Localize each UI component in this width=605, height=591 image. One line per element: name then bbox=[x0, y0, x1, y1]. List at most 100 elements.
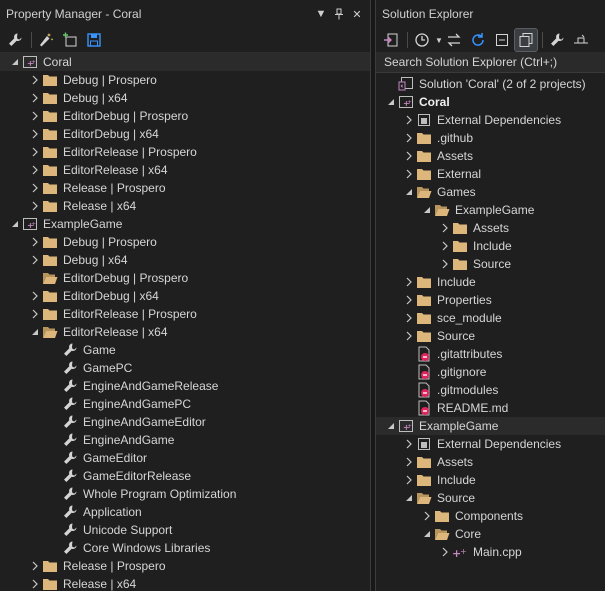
tree-item[interactable]: EngineAndGamePC bbox=[0, 395, 370, 413]
expand-chevron-icon[interactable] bbox=[28, 125, 42, 143]
expand-chevron-icon[interactable] bbox=[402, 147, 416, 165]
tree-item[interactable]: EditorDebug | Prospero bbox=[0, 269, 370, 287]
add-existing-property-sheet-button[interactable] bbox=[59, 29, 81, 51]
tree-item[interactable]: EditorDebug | x64 bbox=[0, 125, 370, 143]
expand-chevron-icon[interactable] bbox=[402, 471, 416, 489]
tree-item[interactable]: .gitattributes bbox=[376, 345, 605, 363]
collapse-chevron-icon[interactable] bbox=[402, 183, 416, 201]
tree-item[interactable]: + + Main.cpp bbox=[376, 543, 605, 561]
tree-item[interactable]: Solution 'Coral' (2 of 2 projects) bbox=[376, 75, 605, 93]
tree-item[interactable]: .gitmodules bbox=[376, 381, 605, 399]
expand-chevron-icon[interactable] bbox=[28, 233, 42, 251]
sync-with-active-document-button[interactable] bbox=[443, 29, 465, 51]
tree-item[interactable]: Whole Program Optimization bbox=[0, 485, 370, 503]
tree-item[interactable]: EngineAndGameRelease bbox=[0, 377, 370, 395]
tree-item[interactable]: EditorRelease | x64 bbox=[0, 323, 370, 341]
tree-item[interactable]: Source bbox=[376, 327, 605, 345]
tree-item[interactable]: EditorDebug | x64 bbox=[0, 287, 370, 305]
expand-chevron-icon[interactable] bbox=[438, 237, 452, 255]
tree-item[interactable]: EngineAndGameEditor bbox=[0, 413, 370, 431]
tree-item[interactable]: GameEditorRelease bbox=[0, 467, 370, 485]
collapse-chevron-icon[interactable] bbox=[8, 53, 22, 71]
tree-item[interactable]: Include bbox=[376, 471, 605, 489]
tree-item[interactable]: Source bbox=[376, 489, 605, 507]
tree-item[interactable]: Release | Prospero bbox=[0, 557, 370, 575]
expand-chevron-icon[interactable] bbox=[28, 143, 42, 161]
expand-chevron-icon[interactable] bbox=[28, 161, 42, 179]
expand-chevron-icon[interactable] bbox=[438, 543, 452, 561]
tree-item[interactable]: + + ExampleGame bbox=[376, 417, 605, 435]
tree-item[interactable]: Assets bbox=[376, 453, 605, 471]
expand-chevron-icon[interactable] bbox=[28, 305, 42, 323]
expand-chevron-icon[interactable] bbox=[438, 219, 452, 237]
expand-chevron-icon[interactable] bbox=[402, 129, 416, 147]
collapse-all-button[interactable] bbox=[491, 29, 513, 51]
tree-item[interactable]: Debug | x64 bbox=[0, 251, 370, 269]
tree-item[interactable]: EditorDebug | Prospero bbox=[0, 107, 370, 125]
tree-item[interactable]: Release | x64 bbox=[0, 575, 370, 591]
expand-chevron-icon[interactable] bbox=[28, 179, 42, 197]
expand-chevron-icon[interactable] bbox=[402, 273, 416, 291]
collapse-chevron-icon[interactable] bbox=[384, 417, 398, 435]
collapse-chevron-icon[interactable] bbox=[28, 323, 42, 341]
tree-item[interactable]: Properties bbox=[376, 291, 605, 309]
properties-wrench-icon[interactable] bbox=[546, 29, 568, 51]
expand-chevron-icon[interactable] bbox=[402, 453, 416, 471]
expand-chevron-icon[interactable] bbox=[28, 197, 42, 215]
switch-views-button[interactable] bbox=[380, 29, 402, 51]
tree-item[interactable]: Source bbox=[376, 255, 605, 273]
search-input[interactable] bbox=[384, 55, 605, 69]
tree-item[interactable]: EditorRelease | x64 bbox=[0, 161, 370, 179]
expand-chevron-icon[interactable] bbox=[438, 255, 452, 273]
expand-chevron-icon[interactable] bbox=[28, 107, 42, 125]
tree-item[interactable]: Application bbox=[0, 503, 370, 521]
tree-item[interactable]: README.md bbox=[376, 399, 605, 417]
tree-item[interactable]: ExampleGame bbox=[376, 201, 605, 219]
preview-selected-items-icon[interactable] bbox=[570, 29, 592, 51]
tree-item[interactable]: External bbox=[376, 165, 605, 183]
expand-chevron-icon[interactable] bbox=[402, 291, 416, 309]
close-icon[interactable]: ✕ bbox=[350, 7, 364, 21]
solution-explorer-search[interactable] bbox=[376, 52, 605, 73]
filter-dropdown-icon[interactable]: ▼ bbox=[435, 33, 443, 47]
expand-chevron-icon[interactable] bbox=[420, 507, 434, 525]
refresh-icon[interactable] bbox=[467, 29, 489, 51]
tree-item[interactable]: Include bbox=[376, 273, 605, 291]
tree-item[interactable]: Release | x64 bbox=[0, 197, 370, 215]
tree-item[interactable]: + + Coral bbox=[0, 53, 370, 71]
expand-chevron-icon[interactable] bbox=[402, 111, 416, 129]
expand-chevron-icon[interactable] bbox=[28, 575, 42, 591]
collapse-chevron-icon[interactable] bbox=[384, 93, 398, 111]
tree-item[interactable]: EditorRelease | Prospero bbox=[0, 143, 370, 161]
tree-item[interactable]: Debug | Prospero bbox=[0, 71, 370, 89]
tree-item[interactable]: + + Coral bbox=[376, 93, 605, 111]
tree-item[interactable]: Core bbox=[376, 525, 605, 543]
tree-item[interactable]: Games bbox=[376, 183, 605, 201]
pending-changes-filter-icon[interactable] bbox=[411, 29, 433, 51]
tree-item[interactable]: Release | Prospero bbox=[0, 179, 370, 197]
tree-item[interactable]: .gitignore bbox=[376, 363, 605, 381]
expand-chevron-icon[interactable] bbox=[28, 251, 42, 269]
expand-chevron-icon[interactable] bbox=[402, 165, 416, 183]
expand-chevron-icon[interactable] bbox=[28, 71, 42, 89]
pin-icon[interactable] bbox=[332, 7, 346, 21]
expand-chevron-icon[interactable] bbox=[402, 435, 416, 453]
tree-item[interactable]: EditorRelease | Prospero bbox=[0, 305, 370, 323]
tree-item[interactable]: Include bbox=[376, 237, 605, 255]
expand-chevron-icon[interactable] bbox=[28, 89, 42, 107]
show-all-files-button[interactable] bbox=[514, 28, 538, 52]
tree-item[interactable]: Unicode Support bbox=[0, 521, 370, 539]
tree-item[interactable]: Debug | Prospero bbox=[0, 233, 370, 251]
tree-item[interactable]: Assets bbox=[376, 219, 605, 237]
tree-item[interactable]: External Dependencies bbox=[376, 111, 605, 129]
collapse-chevron-icon[interactable] bbox=[8, 215, 22, 233]
tree-item[interactable]: + + ExampleGame bbox=[0, 215, 370, 233]
tree-item[interactable]: sce_module bbox=[376, 309, 605, 327]
collapse-chevron-icon[interactable] bbox=[420, 201, 434, 219]
expand-chevron-icon[interactable] bbox=[28, 557, 42, 575]
tree-item[interactable]: Components bbox=[376, 507, 605, 525]
tree-item[interactable]: GameEditor bbox=[0, 449, 370, 467]
collapse-chevron-icon[interactable] bbox=[420, 525, 434, 543]
tree-item[interactable]: Assets bbox=[376, 147, 605, 165]
tree-item[interactable]: GamePC bbox=[0, 359, 370, 377]
